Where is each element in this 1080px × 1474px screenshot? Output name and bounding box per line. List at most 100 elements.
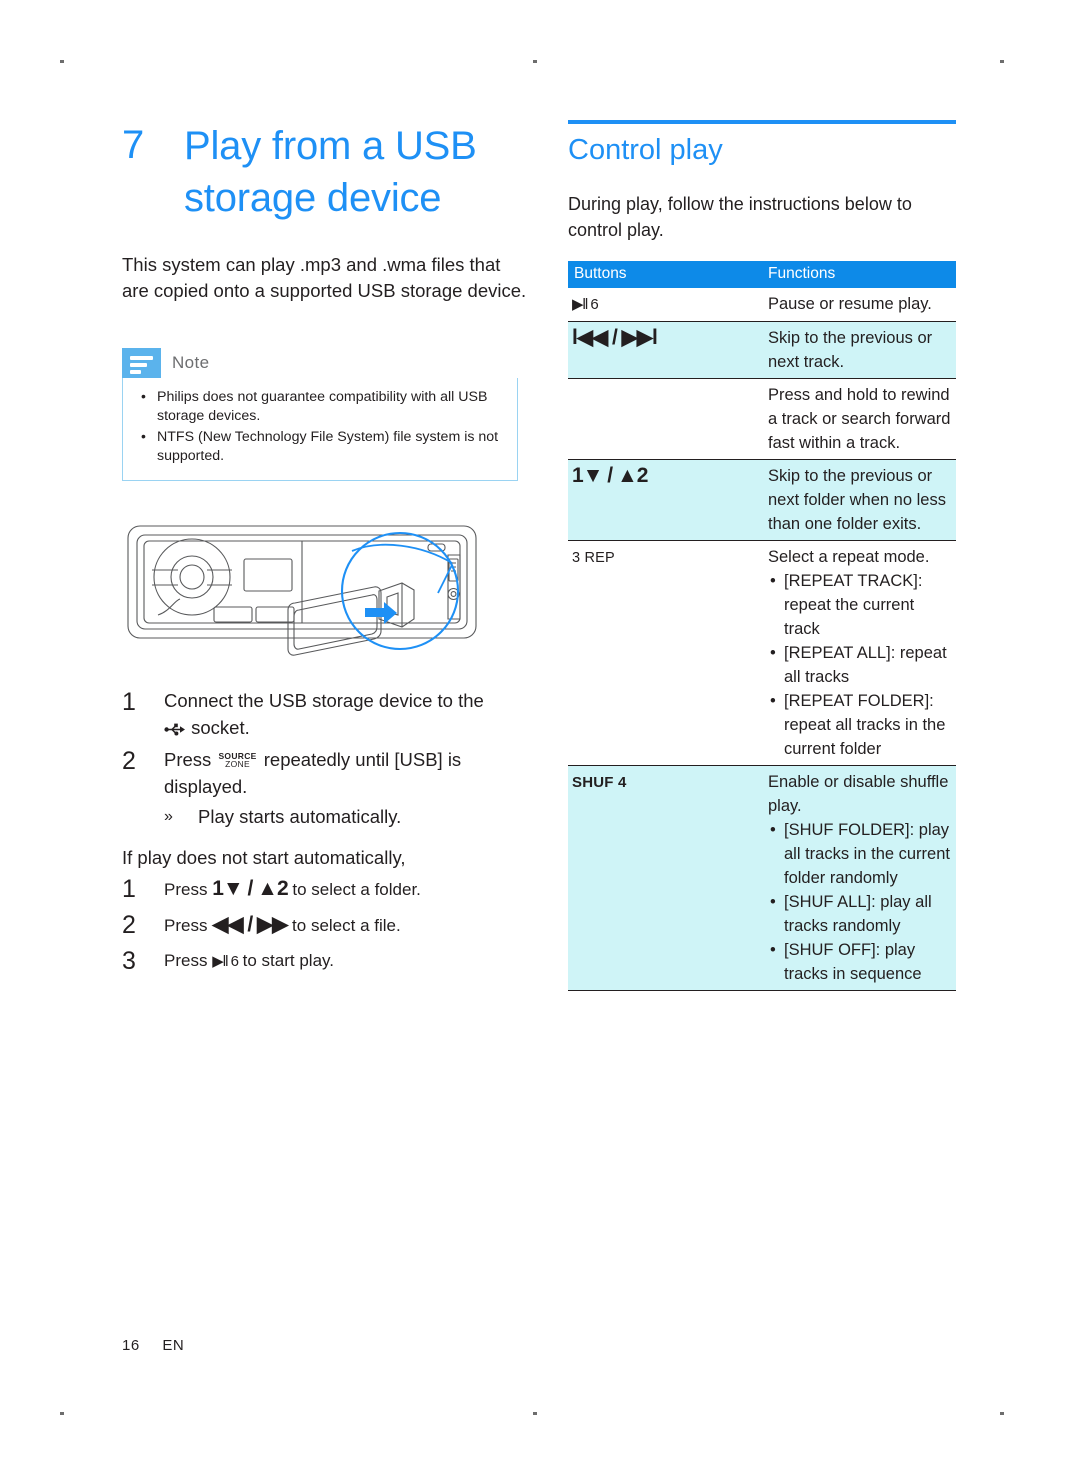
manual-page: 7 Play from a USB storage device This sy… — [0, 0, 1080, 1474]
table-bottom-rule — [762, 990, 956, 992]
step-text: Press ▶ll 6 to start play. — [164, 945, 334, 978]
step-text: Connect the USB storage device to the so… — [164, 687, 484, 743]
crop-mark-top-left — [60, 60, 64, 63]
left-column: 7 Play from a USB storage device This sy… — [122, 120, 532, 981]
crop-mark-bottom-left — [60, 1412, 64, 1415]
cell-function: Enable or disable shuffle play. [SHUF FO… — [762, 765, 956, 991]
step-number: 3 — [122, 947, 136, 975]
folder-updown-glyph: 1▼ / ▲2 — [572, 464, 648, 488]
note-body: Philips does not guarantee compatibility… — [122, 378, 518, 481]
table-row: 3 REP Select a repeat mode. [REPEAT TRAC… — [568, 540, 956, 766]
step-tail: to select a file. — [292, 916, 401, 935]
note-lines-icon — [122, 348, 161, 378]
list-item: [REPEAT ALL]: repeat all tracks — [768, 641, 952, 689]
cell-button: 1▼ / ▲2 — [568, 459, 762, 541]
table-header-row: Buttons Functions — [568, 261, 956, 289]
table-bottom-rule-row — [568, 990, 956, 992]
list-item: [SHUF OFF]: play tracks in sequence — [768, 938, 952, 986]
list-item: [REPEAT TRACK]: repeat the current track — [768, 569, 952, 641]
chapter-title: 7 Play from a USB storage device — [122, 120, 532, 224]
step-text-before: Press — [164, 749, 212, 770]
prev-next-glyph: l◀◀ / ▶▶l — [572, 326, 658, 350]
right-column: Control play During play, follow the ins… — [568, 120, 956, 992]
step-item: 2 Press ◀◀ / ▶▶ to select a file. — [122, 909, 532, 942]
press-word: Press — [164, 916, 208, 935]
sub-note-glyph: » — [164, 808, 173, 825]
cell-button: l◀◀ / ▶▶l — [568, 321, 762, 379]
usb-trident-icon — [164, 716, 186, 743]
column-header-functions: Functions — [762, 261, 956, 289]
page-number: 16 — [122, 1337, 140, 1354]
step-tail: to start play. — [242, 951, 334, 970]
usb-connect-steps: 1 Connect the USB storage device to the … — [122, 687, 532, 830]
step-text-before: Connect the USB storage device to the — [164, 690, 484, 711]
step-item: 1 Connect the USB storage device to the … — [122, 687, 532, 743]
section-rule — [568, 120, 956, 124]
cell-button: 3 REP — [568, 540, 762, 766]
chapter-number: 7 — [122, 123, 145, 167]
table-row: l◀◀ / ▶▶l Skip to the previous or next t… — [568, 321, 956, 379]
page-footer: 16 EN — [122, 1337, 184, 1354]
list-item: [SHUF ALL]: play all tracks randomly — [768, 890, 952, 938]
step-text: Press 1▼ / ▲2 to select a folder. — [164, 873, 421, 906]
cell-function: Skip to the previous or next track. — [762, 321, 956, 379]
control-play-table: Buttons Functions ▶ll 6 Pause or resume … — [568, 261, 956, 992]
section-heading: Control play — [568, 134, 723, 166]
cell-function: Skip to the previous or next folder when… — [762, 459, 956, 541]
crop-mark-bottom-center — [533, 1412, 537, 1415]
cell-button: SHUF 4 — [568, 765, 762, 991]
step-item: 1 Press 1▼ / ▲2 to select a folder. — [122, 873, 532, 906]
step-text: Press ◀◀ / ▶▶ to select a file. — [164, 909, 401, 942]
list-item: [REPEAT FOLDER]: repeat all tracks in th… — [768, 689, 952, 761]
crop-mark-bottom-right — [1000, 1412, 1004, 1415]
chapter-intro-paragraph: This system can play .mp3 and .wma files… — [122, 254, 527, 301]
step-number: 2 — [122, 747, 136, 775]
cell-button: ▶ll 6 — [568, 288, 762, 322]
step-sub-note: » Play starts automatically. — [122, 803, 532, 830]
step-tail: to select a folder. — [292, 880, 421, 899]
repeat-modes-list: [REPEAT TRACK]: repeat the current track… — [768, 569, 952, 761]
chapter-title-line1: Play from a USB — [184, 124, 477, 168]
cell-function-lead: Enable or disable shuffle play. — [768, 773, 949, 816]
fallback-steps: 1 Press 1▼ / ▲2 to select a folder. 2 Pr… — [122, 873, 532, 978]
page-language: EN — [162, 1337, 185, 1354]
play-pause-glyph: ▶ll 6 — [212, 953, 239, 970]
note-label: Note — [172, 353, 210, 372]
press-word: Press — [164, 951, 208, 970]
folder-updown-glyph: 1▼ / ▲2 — [212, 877, 288, 900]
note-header: Note — [122, 348, 518, 378]
cell-function: Press and hold to rewind a track or sear… — [762, 378, 956, 460]
fallback-condition: If play does not start automatically, — [122, 847, 406, 868]
note-item: NTFS (New Technology File System) file s… — [137, 427, 505, 466]
step-item: 3 Press ▶ll 6 to start play. — [122, 945, 532, 978]
shuffle-button-glyph: SHUF 4 — [572, 774, 627, 792]
car-stereo-usb-insert-illustration — [122, 515, 526, 665]
table-row: Press and hold to rewind a track or sear… — [568, 378, 956, 460]
step-number: 1 — [122, 688, 136, 716]
press-word: Press — [164, 880, 208, 899]
sub-note-text: Play starts automatically. — [198, 806, 402, 827]
play-pause-glyph: ▶ll 6 — [572, 296, 599, 314]
step-text-after: socket. — [191, 717, 250, 738]
source-zone-button-glyph: SOURCE ZONE — [216, 752, 258, 769]
cell-function: Select a repeat mode. [REPEAT TRACK]: re… — [762, 540, 956, 766]
crop-mark-top-right — [1000, 60, 1004, 63]
cell-function-lead: Select a repeat mode. — [768, 548, 930, 567]
step-item: 2 Press SOURCE ZONE repeatedly until [US… — [122, 746, 532, 800]
note-item: Philips does not guarantee compatibility… — [137, 387, 505, 426]
table-bottom-rule — [568, 990, 762, 992]
table-row: SHUF 4 Enable or disable shuffle play. [… — [568, 765, 956, 991]
chapter-title-text: Play from a USB storage device — [184, 120, 477, 224]
cell-button — [568, 378, 762, 460]
zone-label: ZONE — [225, 759, 250, 769]
cell-function: Pause or resume play. — [768, 295, 932, 314]
table-row: 1▼ / ▲2 Skip to the previous or next fol… — [568, 459, 956, 541]
list-item: [SHUF FOLDER]: play all tracks in the cu… — [768, 818, 952, 890]
section-intro: During play, follow the instructions bel… — [568, 194, 912, 241]
step-number: 2 — [122, 911, 136, 939]
note-box: Note Philips does not guarantee compatib… — [122, 348, 518, 481]
shuffle-modes-list: [SHUF FOLDER]: play all tracks in the cu… — [768, 818, 952, 986]
crop-mark-top-center — [533, 60, 537, 63]
step-text: Press SOURCE ZONE repeatedly until [USB]… — [164, 746, 532, 800]
step-number: 1 — [122, 875, 136, 903]
